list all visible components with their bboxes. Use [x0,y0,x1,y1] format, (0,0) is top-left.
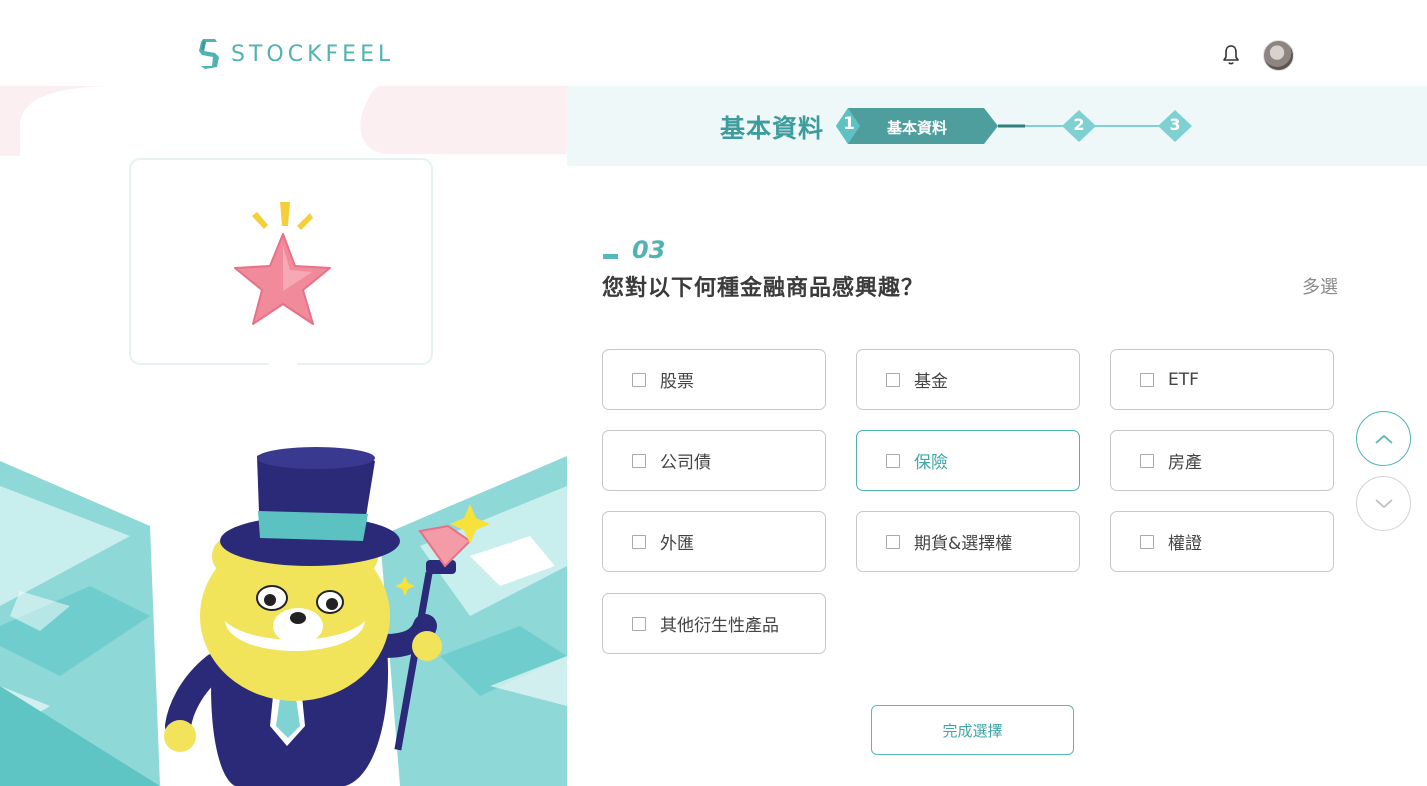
question-number-bar [603,254,618,259]
option-other-derivatives[interactable]: 其他衍生性產品 [602,593,826,654]
logo-text: STOCKFEEL [231,41,395,67]
bell-icon[interactable] [1219,43,1243,67]
scroll-up-button[interactable] [1356,411,1411,466]
option-label: 外匯 [660,534,694,554]
option-label: 股票 [660,372,694,392]
option-futures-options[interactable]: 期貨&選擇權 [856,511,1080,572]
top-header: STOCKFEEL [0,0,1427,86]
step-3-number: 3 [1169,115,1181,134]
mascot-illustration [0,86,567,786]
section-title: 基本資料 [720,114,825,143]
checkbox-icon[interactable] [1140,534,1154,549]
option-stocks[interactable]: 股票 [602,349,826,410]
option-corporate-bonds[interactable]: 公司債 [602,430,826,491]
multi-select-label: 多選 [1302,277,1338,298]
checkbox-icon[interactable] [632,616,646,631]
option-forex[interactable]: 外匯 [602,511,826,572]
checkbox-icon[interactable] [632,453,646,468]
option-label: 權證 [1168,534,1202,554]
option-label: 期貨&選擇權 [914,534,1013,554]
step-1-number: 1 [843,114,855,134]
scroll-down-button[interactable] [1356,476,1411,531]
option-etf[interactable]: ETF [1110,349,1334,410]
option-warrants[interactable]: 權證 [1110,511,1334,572]
option-label: 基金 [914,372,948,392]
step-2-number: 2 [1073,115,1085,134]
option-label: 保險 [914,453,948,473]
stockfeel-logo[interactable]: STOCKFEEL [197,37,394,71]
option-funds[interactable]: 基金 [856,349,1080,410]
checkbox-icon[interactable] [632,372,646,387]
checkbox-icon[interactable] [886,534,900,549]
done-selection-button[interactable]: 完成選擇 [871,705,1074,755]
illustration-panel [0,86,567,786]
option-label: 其他衍生性產品 [660,616,779,636]
option-label: ETF [1168,369,1199,390]
checkbox-icon[interactable] [632,534,646,549]
question-title: 您對以下何種金融商品感興趣？ [602,276,925,301]
option-label: 公司債 [660,453,711,473]
option-insurance[interactable]: 保險 [856,430,1080,491]
stockfeel-logo-icon [199,39,219,69]
checkbox-icon[interactable] [886,453,900,468]
avatar[interactable] [1263,40,1294,71]
question-number: 03 [632,236,666,264]
checkbox-icon[interactable] [1140,453,1154,468]
checkbox-icon[interactable] [886,372,900,387]
option-real-estate[interactable]: 房產 [1110,430,1334,491]
checkbox-icon[interactable] [1140,372,1154,387]
survey-page: STOCKFEEL 基本資料 1 基本資料 2 3 03 您對以下何種金融商品感… [0,0,1427,786]
chevron-up-icon [1374,434,1393,444]
active-step-label: 基本資料 [887,119,948,137]
chevron-down-icon [1374,498,1393,508]
option-label: 房產 [1168,453,1202,473]
